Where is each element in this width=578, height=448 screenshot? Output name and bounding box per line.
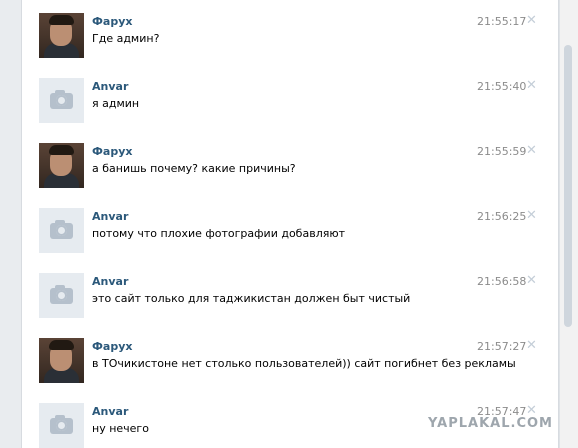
close-icon[interactable]: ✕ (525, 144, 538, 157)
message-text: это сайт только для таджикистан должен б… (92, 292, 411, 305)
message-author[interactable]: Фарух (92, 145, 132, 158)
message-time: 21:57:27 (477, 340, 527, 353)
message-item: Anvar потому что плохие фотографии добав… (22, 195, 558, 260)
message-author[interactable]: Anvar (92, 210, 128, 223)
message-text: а банишь почему? какие причины? (92, 162, 296, 175)
camera-lens-icon (56, 290, 67, 301)
camera-lens-icon (56, 420, 67, 431)
user-avatar[interactable] (39, 338, 84, 383)
avatar-hair (49, 340, 74, 350)
camera-placeholder-avatar[interactable] (39, 208, 84, 253)
message-text: ну нечего (92, 422, 149, 435)
message-item: Фарух в ТОчикистоне нет столько пользова… (22, 325, 558, 390)
vertical-scrollbar[interactable] (559, 0, 578, 448)
avatar-hair (49, 15, 74, 25)
message-author[interactable]: Фарух (92, 340, 132, 353)
chat-window[interactable]: Фарух Где админ? 21:55:17 ✕ Anvar я адми… (21, 0, 559, 448)
message-author[interactable]: Фарух (92, 15, 132, 28)
message-item: Фарух а банишь почему? какие причины? 21… (22, 130, 558, 195)
close-icon[interactable]: ✕ (525, 79, 538, 92)
close-icon[interactable]: ✕ (525, 14, 538, 27)
message-author[interactable]: Anvar (92, 275, 128, 288)
message-time: 21:56:58 (477, 275, 527, 288)
camera-placeholder-avatar[interactable] (39, 78, 84, 123)
close-icon[interactable]: ✕ (525, 339, 538, 352)
camera-lens-icon (56, 95, 67, 106)
message-time: 21:55:17 (477, 15, 527, 28)
message-text: в ТОчикистоне нет столько пользователей)… (92, 357, 516, 370)
message-text: я админ (92, 97, 140, 110)
close-icon[interactable]: ✕ (525, 274, 538, 287)
close-icon[interactable]: ✕ (525, 209, 538, 222)
message-author[interactable]: Anvar (92, 80, 128, 93)
camera-placeholder-avatar[interactable] (39, 273, 84, 318)
message-time: 21:56:25 (477, 210, 527, 223)
camera-placeholder-avatar[interactable] (39, 403, 84, 448)
message-text: потому что плохие фотографии добавляют (92, 227, 346, 240)
message-time: 21:55:59 (477, 145, 527, 158)
message-author[interactable]: Anvar (92, 405, 128, 418)
camera-lens-icon (56, 225, 67, 236)
user-avatar[interactable] (39, 143, 84, 188)
message-time: 21:55:40 (477, 80, 527, 93)
message-text: Где админ? (92, 32, 160, 45)
user-avatar[interactable] (39, 13, 84, 58)
message-item: Anvar это сайт только для таджикистан до… (22, 260, 558, 325)
message-item: Фарух Где админ? 21:55:17 ✕ (22, 0, 558, 65)
scrollbar-thumb[interactable] (564, 45, 572, 327)
message-item: Anvar я админ 21:55:40 ✕ (22, 65, 558, 130)
watermark: YAPLAKAL.COM (428, 416, 553, 431)
avatar-hair (49, 145, 74, 155)
